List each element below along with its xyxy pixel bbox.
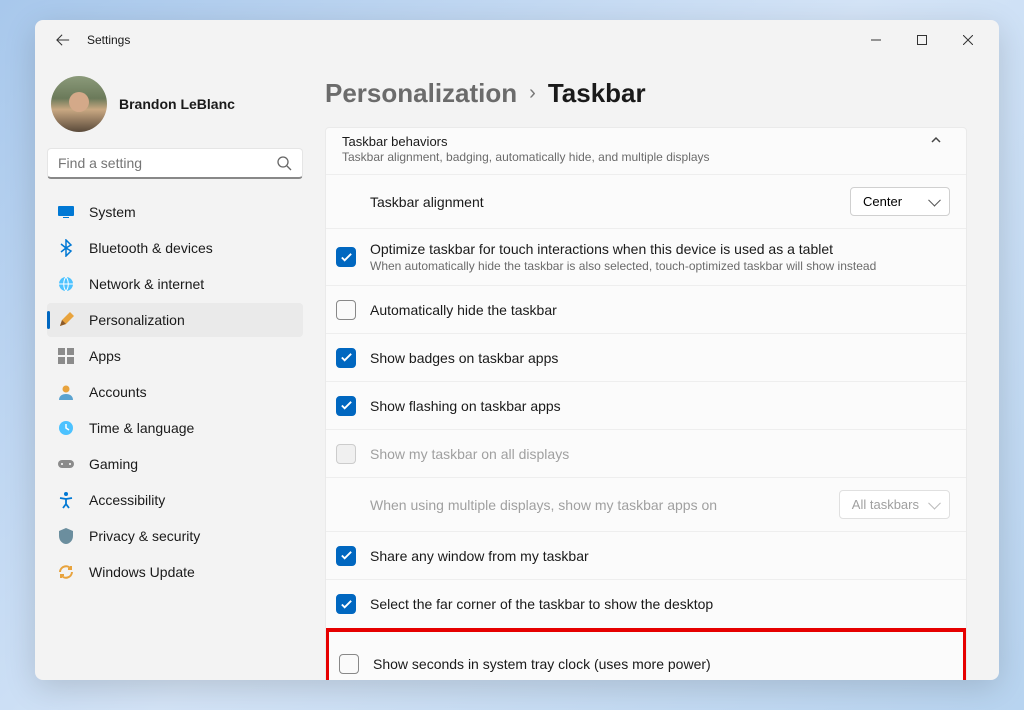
search-icon xyxy=(276,155,292,171)
checkbox-all-displays xyxy=(336,444,356,464)
close-button[interactable] xyxy=(945,24,991,56)
gaming-icon xyxy=(57,455,75,473)
nav-system[interactable]: System xyxy=(47,195,303,229)
nav-gaming[interactable]: Gaming xyxy=(47,447,303,481)
minimize-button[interactable] xyxy=(853,24,899,56)
nav-time[interactable]: Time & language xyxy=(47,411,303,445)
nav-personalization[interactable]: Personalization xyxy=(47,303,303,337)
row-all-displays: Show my taskbar on all displays xyxy=(326,430,966,478)
nav-label: Privacy & security xyxy=(89,528,200,544)
row-label: Share any window from my taskbar xyxy=(370,548,950,564)
nav-label: Network & internet xyxy=(89,276,204,292)
maximize-button[interactable] xyxy=(899,24,945,56)
nav-label: Accessibility xyxy=(89,492,165,508)
nav-label: Windows Update xyxy=(89,564,195,580)
settings-window: Settings Brandon LeBlanc System xyxy=(35,20,999,680)
row-label: Show flashing on taskbar apps xyxy=(370,398,950,414)
highlighted-option: Show seconds in system tray clock (uses … xyxy=(325,628,967,680)
alignment-select[interactable]: Center xyxy=(850,187,950,216)
nav-label: System xyxy=(89,204,136,220)
row-sublabel: When automatically hide the taskbar is a… xyxy=(370,259,950,273)
minimize-icon xyxy=(871,35,881,45)
row-multidisplay-apps: When using multiple displays, show my ta… xyxy=(326,478,966,532)
window-title: Settings xyxy=(87,33,130,47)
nav-update[interactable]: Windows Update xyxy=(47,555,303,589)
collapse-button[interactable] xyxy=(922,134,950,146)
accessibility-icon xyxy=(57,491,75,509)
back-button[interactable] xyxy=(47,24,79,56)
nav-list: System Bluetooth & devices Network & int… xyxy=(47,195,303,591)
checkbox-touch[interactable] xyxy=(336,247,356,267)
row-label: Show my taskbar on all displays xyxy=(370,446,950,462)
nav-label: Accounts xyxy=(89,384,147,400)
row-show-seconds: Show seconds in system tray clock (uses … xyxy=(329,632,963,680)
taskbar-behaviors-panel: Taskbar behaviors Taskbar alignment, bad… xyxy=(325,127,967,680)
row-label: Taskbar alignment xyxy=(370,194,850,210)
checkbox-badges[interactable] xyxy=(336,348,356,368)
row-label: Select the far corner of the taskbar to … xyxy=(370,596,950,612)
time-icon xyxy=(57,419,75,437)
multidisplay-select: All taskbars xyxy=(839,490,950,519)
avatar xyxy=(51,76,107,132)
nav-accounts[interactable]: Accounts xyxy=(47,375,303,409)
profile-name: Brandon LeBlanc xyxy=(119,96,235,112)
sidebar: Brandon LeBlanc System Bluetooth & devic… xyxy=(35,60,315,680)
nav-label: Apps xyxy=(89,348,121,364)
nav-bluetooth[interactable]: Bluetooth & devices xyxy=(47,231,303,265)
network-icon xyxy=(57,275,75,293)
row-label: Automatically hide the taskbar xyxy=(370,302,950,318)
system-icon xyxy=(57,203,75,221)
row-badges: Show badges on taskbar apps xyxy=(326,334,966,382)
maximize-icon xyxy=(917,35,927,45)
row-label: Optimize taskbar for touch interactions … xyxy=(370,241,950,257)
privacy-icon xyxy=(57,527,75,545)
close-icon xyxy=(963,35,973,45)
row-label: Show badges on taskbar apps xyxy=(370,350,950,366)
nav-privacy[interactable]: Privacy & security xyxy=(47,519,303,553)
nav-apps[interactable]: Apps xyxy=(47,339,303,373)
row-label: Show seconds in system tray clock (uses … xyxy=(373,656,947,672)
checkbox-show-seconds[interactable] xyxy=(339,654,359,674)
accounts-icon xyxy=(57,383,75,401)
checkbox-share[interactable] xyxy=(336,546,356,566)
update-icon xyxy=(57,563,75,581)
row-flashing: Show flashing on taskbar apps xyxy=(326,382,966,430)
content-area: Personalization › Taskbar Taskbar behavi… xyxy=(315,60,999,680)
personalization-icon xyxy=(57,311,75,329)
nav-label: Personalization xyxy=(89,312,185,328)
breadcrumb-current: Taskbar xyxy=(548,78,646,109)
apps-icon xyxy=(57,347,75,365)
search-input[interactable] xyxy=(58,155,276,171)
nav-label: Bluetooth & devices xyxy=(89,240,213,256)
row-touch-optimize: Optimize taskbar for touch interactions … xyxy=(326,229,966,286)
panel-subtitle: Taskbar alignment, badging, automaticall… xyxy=(342,150,922,164)
chevron-up-icon xyxy=(930,134,942,146)
checkbox-far-corner[interactable] xyxy=(336,594,356,614)
account-profile[interactable]: Brandon LeBlanc xyxy=(47,68,303,148)
checkbox-flashing[interactable] xyxy=(336,396,356,416)
breadcrumb-parent[interactable]: Personalization xyxy=(325,78,517,109)
row-far-corner: Select the far corner of the taskbar to … xyxy=(326,580,966,628)
row-taskbar-alignment: Taskbar alignment Center xyxy=(326,175,966,229)
breadcrumb: Personalization › Taskbar xyxy=(325,60,967,127)
nav-label: Gaming xyxy=(89,456,138,472)
panel-title: Taskbar behaviors xyxy=(342,134,922,149)
chevron-right-icon: › xyxy=(529,82,536,105)
search-box[interactable] xyxy=(47,148,303,179)
row-autohide: Automatically hide the taskbar xyxy=(326,286,966,334)
nav-accessibility[interactable]: Accessibility xyxy=(47,483,303,517)
panel-header[interactable]: Taskbar behaviors Taskbar alignment, bad… xyxy=(326,128,966,175)
row-label: When using multiple displays, show my ta… xyxy=(370,497,839,513)
nav-network[interactable]: Network & internet xyxy=(47,267,303,301)
row-share-window: Share any window from my taskbar xyxy=(326,532,966,580)
bluetooth-icon xyxy=(57,239,75,257)
titlebar: Settings xyxy=(35,20,999,60)
back-arrow-icon xyxy=(56,33,70,47)
checkbox-autohide[interactable] xyxy=(336,300,356,320)
nav-label: Time & language xyxy=(89,420,194,436)
